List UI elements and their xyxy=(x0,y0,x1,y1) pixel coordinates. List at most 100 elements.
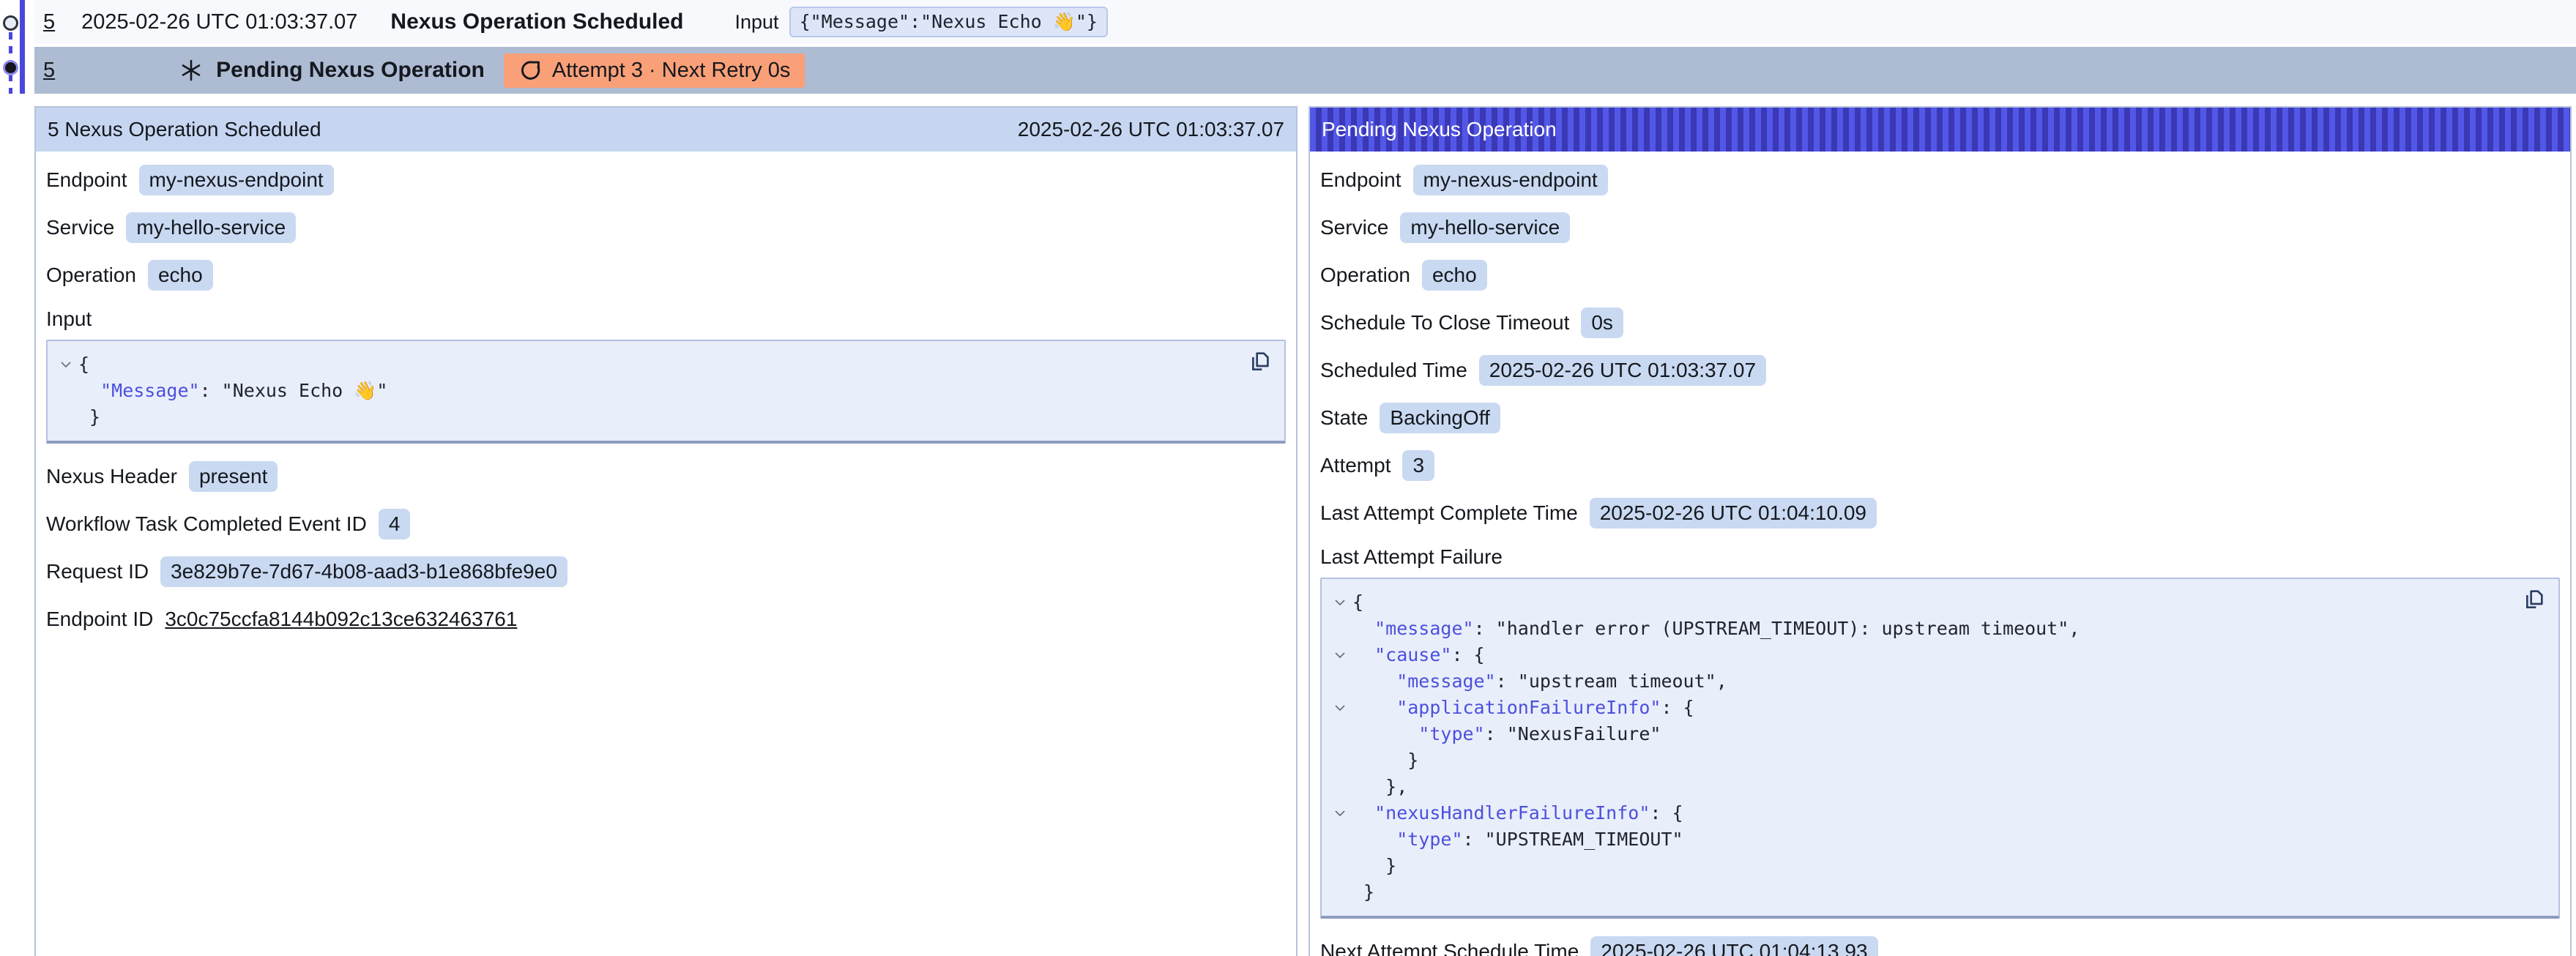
json-line-text: } xyxy=(1352,879,1374,905)
field-value-badge: my-nexus-endpoint xyxy=(1413,165,1608,195)
copy-button[interactable] xyxy=(2522,588,2545,611)
field-value-badge: 2025-02-26 UTC 01:04:10.09 xyxy=(1590,498,1877,529)
json-line: } xyxy=(1328,879,2507,905)
json-line: "message": "handler error (UPSTREAM_TIME… xyxy=(1328,616,2507,642)
field-value-badge: my-hello-service xyxy=(126,212,296,243)
json-line: "cause": { xyxy=(1328,642,2507,668)
json-line-text: "Message": "Nexus Echo 👋" xyxy=(78,378,387,404)
field-label: State xyxy=(1320,406,1368,430)
field-value-badge: 2025-02-26 UTC 01:04:13.93 xyxy=(1590,936,1877,956)
event-timestamp: 2025-02-26 UTC 01:03:37.07 xyxy=(81,10,357,34)
last-attempt-failure-label: Last Attempt Failure xyxy=(1320,545,2560,569)
scheduled-fields-secondary: Nexus Header present Workflow Task Compl… xyxy=(46,461,1286,587)
field-label: Next Attempt Schedule Time xyxy=(1320,940,1579,956)
event-id-link[interactable]: 5 xyxy=(43,10,55,34)
endpoint-id-row: Endpoint ID 3c0c75ccfa8144b092c13ce63246… xyxy=(46,604,1286,635)
json-line-text: "applicationFailureInfo": { xyxy=(1352,695,1694,721)
detail-field-row: Request ID 3e829b7e-7d67-4b08-aad3-b1e86… xyxy=(46,556,1286,587)
field-value-badge: 0s xyxy=(1581,307,1623,338)
field-label: Attempt xyxy=(1320,454,1391,477)
detail-field-row: State BackingOff xyxy=(1320,403,2560,433)
detail-field-row: Endpoint my-nexus-endpoint xyxy=(1320,165,2560,195)
retry-badge-text: Attempt 3 · Next Retry 0s xyxy=(552,59,791,83)
endpoint-id-link[interactable]: 3c0c75ccfa8144b092c13ce632463761 xyxy=(165,608,517,631)
detail-field-row: Service my-hello-service xyxy=(46,212,1286,243)
json-line-text: } xyxy=(1352,853,1396,879)
field-value-badge: my-nexus-endpoint xyxy=(139,165,334,195)
chevron-down-icon[interactable] xyxy=(53,362,78,368)
json-line-text: "nexusHandlerFailureInfo": { xyxy=(1352,800,1683,826)
circle-filled-icon xyxy=(3,60,18,75)
field-label: Schedule To Close Timeout xyxy=(1320,311,1569,335)
json-line-text: "message": "handler error (UPSTREAM_TIME… xyxy=(1352,616,2080,642)
json-line: "Message": "Nexus Echo 👋" xyxy=(53,378,1233,404)
field-value-badge: present xyxy=(189,461,278,492)
next-attempt-schedule-time-row: Next Attempt Schedule Time 2025-02-26 UT… xyxy=(1320,936,2560,956)
circle-outline-icon xyxy=(3,15,18,31)
field-label: Endpoint xyxy=(46,168,127,192)
scheduled-panel-timestamp: 2025-02-26 UTC 01:03:37.07 xyxy=(1018,118,1284,141)
event-row-nexus-operation-scheduled[interactable]: 5 2025-02-26 UTC 01:03:37.07 Nexus Opera… xyxy=(34,0,2576,45)
json-line: "applicationFailureInfo": { xyxy=(1328,695,2507,721)
event-name: Pending Nexus Operation xyxy=(216,58,485,83)
json-line-text: }, xyxy=(1352,774,1407,800)
detail-field-row: Endpoint my-nexus-endpoint xyxy=(46,165,1286,195)
json-line-text: } xyxy=(1352,747,1418,774)
json-line-text: { xyxy=(1352,589,1363,616)
event-id-link[interactable]: 5 xyxy=(43,59,55,83)
json-line: { xyxy=(53,351,1233,378)
field-label: Scheduled Time xyxy=(1320,359,1467,382)
json-line: { xyxy=(1328,589,2507,616)
json-line: }, xyxy=(1328,774,2507,800)
copy-icon xyxy=(1248,350,1271,373)
json-line-text: "type": "UPSTREAM_TIMEOUT" xyxy=(1352,826,1683,853)
field-value-badge: 3e829b7e-7d67-4b08-aad3-b1e868bfe9e0 xyxy=(160,556,567,587)
input-json-lines: { "Message": "Nexus Echo 👋" xyxy=(53,351,1233,430)
scheduled-panel-title: 5 Nexus Operation Scheduled xyxy=(48,118,321,141)
field-value-badge: my-hello-service xyxy=(1400,212,1570,243)
retry-status-badge: Attempt 3 · Next Retry 0s xyxy=(504,53,805,88)
detail-field-row: Service my-hello-service xyxy=(1320,212,2560,243)
field-label: Workflow Task Completed Event ID xyxy=(46,512,367,536)
detail-field-row: Operation echo xyxy=(46,260,1286,291)
chevron-down-icon[interactable] xyxy=(1328,810,1352,817)
input-label: Input xyxy=(735,11,779,34)
chevron-down-icon[interactable] xyxy=(1328,600,1352,606)
field-label: Operation xyxy=(46,264,136,287)
field-label: Service xyxy=(1320,216,1388,239)
detail-field-row: Attempt 3 xyxy=(1320,450,2560,481)
input-section-label: Input xyxy=(46,307,1286,331)
field-value-badge: echo xyxy=(1422,260,1487,291)
json-line: } xyxy=(1328,747,2507,774)
timeline-rail-bar xyxy=(20,0,25,94)
detail-field-row: Schedule To Close Timeout 0s xyxy=(1320,307,2560,338)
pending-panel-body: Endpoint my-nexus-endpoint Service my-he… xyxy=(1310,152,2570,956)
retry-arrow-icon xyxy=(518,59,542,82)
pending-operation-detail-panel: Pending Nexus Operation Endpoint my-nexu… xyxy=(1309,106,2572,956)
field-label: Last Attempt Complete Time xyxy=(1320,501,1578,525)
failure-json-lines: { "message": "handler error (UPSTREAM_TI… xyxy=(1328,589,2507,905)
copy-icon xyxy=(2522,588,2545,611)
json-line: "message": "upstream timeout", xyxy=(1328,668,2507,695)
json-line-text: "type": "NexusFailure" xyxy=(1352,721,1661,747)
chevron-down-icon[interactable] xyxy=(1328,705,1352,712)
event-row-pending-nexus-operation[interactable]: 5 Pending Nexus Operation Attempt 3 · Ne… xyxy=(34,47,2576,94)
json-line: } xyxy=(1328,853,2507,879)
pending-fields: Endpoint my-nexus-endpoint Service my-he… xyxy=(1320,165,2560,529)
detail-field-row: Last Attempt Complete Time 2025-02-26 UT… xyxy=(1320,498,2560,529)
field-label: Endpoint ID xyxy=(46,608,153,631)
field-value-badge: 4 xyxy=(379,509,411,539)
input-preview-chip[interactable]: {"Message":"Nexus Echo 👋"} xyxy=(789,7,1108,37)
field-label: Service xyxy=(46,216,114,239)
field-label: Endpoint xyxy=(1320,168,1401,192)
chevron-down-icon[interactable] xyxy=(1328,652,1352,659)
json-line-text: "cause": { xyxy=(1352,642,1485,668)
field-label: Nexus Header xyxy=(46,465,177,488)
scheduled-event-detail-panel: 5 Nexus Operation Scheduled 2025-02-26 U… xyxy=(34,106,1298,956)
json-line: "type": "UPSTREAM_TIMEOUT" xyxy=(1328,826,2507,853)
pending-panel-title: Pending Nexus Operation xyxy=(1322,118,1557,141)
field-value-badge: BackingOff xyxy=(1380,403,1500,433)
scheduled-fields: Endpoint my-nexus-endpoint Service my-he… xyxy=(46,165,1286,291)
copy-button[interactable] xyxy=(1248,350,1271,373)
field-label: Request ID xyxy=(46,560,149,583)
